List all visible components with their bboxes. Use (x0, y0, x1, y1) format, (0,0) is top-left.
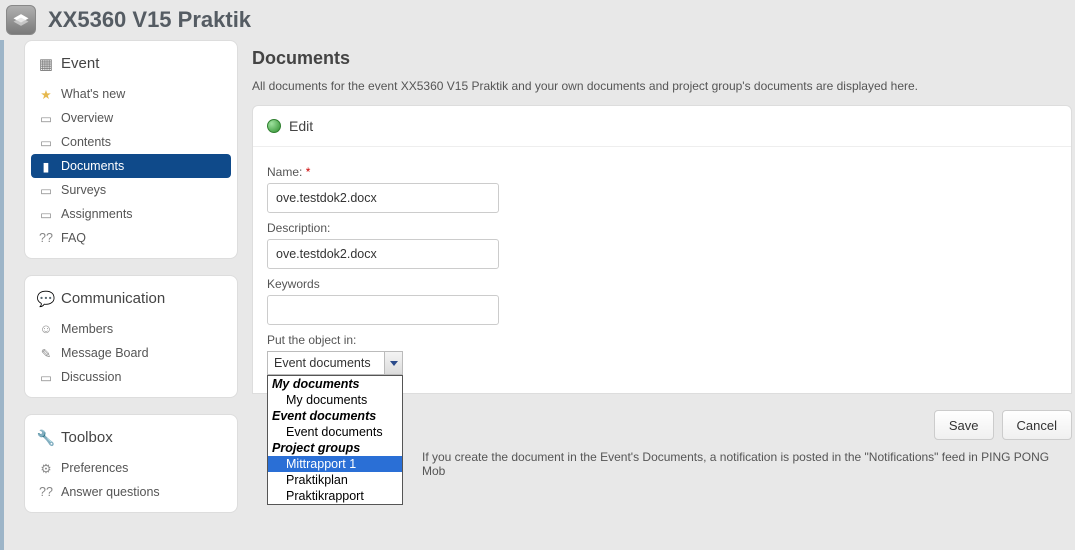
panel-title: Toolbox (61, 429, 113, 446)
sidebar-panel-toolbox: 🔧 Toolbox ⚙ Preferences ?? Answer question… (24, 414, 238, 513)
required-marker: * (306, 165, 311, 179)
footer-note: If you create the document in the Event'… (422, 450, 1072, 478)
globe-icon (267, 119, 281, 133)
topbar: XX5360 V15 Praktik (0, 0, 1075, 40)
edit-card: Edit Name: * Description: Keywords Put t… (252, 105, 1072, 394)
dropdown-option[interactable]: Praktikplan (268, 472, 402, 488)
name-input[interactable] (267, 183, 499, 213)
sidebar-item-assignments[interactable]: ▭ Assignments (25, 202, 237, 226)
panel-header: ▦ Event (25, 51, 237, 82)
wrench-icon: 🔧 (39, 431, 53, 445)
speech-icon: 💬 (39, 292, 53, 306)
label-description: Description: (267, 221, 1057, 235)
sidebar: ▦ Event ★What's new ▭Overview ▭Contents … (24, 40, 238, 513)
star-icon: ★ (39, 87, 53, 101)
sidebar-item-label: Preferences (61, 461, 128, 475)
person-icon: ☺ (39, 322, 53, 336)
page-icon: ▭ (39, 183, 53, 197)
left-accent-stripe (0, 40, 4, 550)
sidebar-item-members[interactable]: ☺ Members (25, 317, 237, 341)
cancel-button[interactable]: Cancel (1002, 410, 1072, 440)
sidebar-item-documents[interactable]: ▮ Documents (31, 154, 231, 178)
chevron-down-icon (384, 352, 402, 374)
question-icon: ?? (39, 231, 53, 245)
panel-header: 🔧 Toolbox (25, 425, 237, 456)
sidebar-item-faq[interactable]: ?? FAQ (25, 226, 237, 250)
dropdown-group-label: My documents (268, 376, 402, 392)
panel-title: Event (61, 55, 99, 72)
sidebar-item-preferences[interactable]: ⚙ Preferences (25, 456, 237, 480)
main-description: All documents for the event XX5360 V15 P… (252, 79, 1072, 93)
sidebar-item-contents[interactable]: ▭ Contents (25, 130, 237, 154)
dropdown-option[interactable]: Praktikrapport (268, 488, 402, 504)
sidebar-item-label: FAQ (61, 231, 86, 245)
document-icon: ▮ (39, 159, 53, 173)
button-row: Save Cancel (934, 410, 1072, 440)
dropdown-option[interactable]: My documents (268, 392, 402, 408)
dropdown-group-label: Project groups (268, 440, 402, 456)
sidebar-item-label: Assignments (61, 207, 133, 221)
sidebar-item-label: What's new (61, 87, 125, 101)
label-keywords: Keywords (267, 277, 1057, 291)
sidebar-item-label: Overview (61, 111, 113, 125)
sidebar-item-whats-new[interactable]: ★ What's new (25, 82, 237, 106)
sidebar-item-label: Members (61, 322, 113, 336)
keywords-input[interactable] (267, 295, 499, 325)
put-in-dropdown: My documents My documents Event document… (267, 375, 403, 505)
sidebar-item-discussion[interactable]: ▭ Discussion (25, 365, 237, 389)
dropdown-group-label: Event documents (268, 408, 402, 424)
sidebar-item-overview[interactable]: ▭ Overview (25, 106, 237, 130)
edit-header: Edit (253, 106, 1071, 147)
select-current-text: Event documents (268, 356, 377, 370)
page-icon: ▭ (39, 207, 53, 221)
edit-title: Edit (289, 118, 313, 134)
sidebar-item-surveys[interactable]: ▭ Surveys (25, 178, 237, 202)
dropdown-option[interactable]: Mittrapport 1 (268, 456, 402, 472)
sidebar-item-label: Documents (61, 159, 124, 173)
main-content: Documents All documents for the event XX… (252, 40, 1072, 513)
calendar-icon: ▦ (39, 57, 53, 71)
sidebar-item-label: Answer questions (61, 485, 160, 499)
page-icon: ▭ (39, 370, 53, 384)
question-icon: ?? (39, 485, 53, 499)
pin-icon: ✎ (39, 346, 53, 360)
save-button[interactable]: Save (934, 410, 994, 440)
sidebar-panel-event: ▦ Event ★What's new ▭Overview ▭Contents … (24, 40, 238, 259)
sidebar-item-answer-questions[interactable]: ?? Answer questions (25, 480, 237, 504)
page-title: XX5360 V15 Praktik (48, 7, 251, 33)
sidebar-panel-communication: 💬 Communication ☺Members ✎Message Board … (24, 275, 238, 398)
gear-icon: ⚙ (39, 461, 53, 475)
dropdown-option[interactable]: Event documents (268, 424, 402, 440)
put-in-select[interactable]: Event documents (267, 351, 403, 375)
description-input[interactable] (267, 239, 499, 269)
panel-title: Communication (61, 290, 165, 307)
sidebar-item-label: Contents (61, 135, 111, 149)
app-icon (6, 5, 36, 35)
sidebar-item-label: Message Board (61, 346, 149, 360)
sidebar-item-message-board[interactable]: ✎ Message Board (25, 341, 237, 365)
sidebar-item-label: Surveys (61, 183, 106, 197)
main-heading: Documents (252, 48, 1072, 69)
page-icon: ▭ (39, 111, 53, 125)
label-name: Name: * (267, 165, 1057, 179)
panel-header: 💬 Communication (25, 286, 237, 317)
label-put-in: Put the object in: (267, 333, 1057, 347)
page-icon: ▭ (39, 135, 53, 149)
sidebar-item-label: Discussion (61, 370, 121, 384)
